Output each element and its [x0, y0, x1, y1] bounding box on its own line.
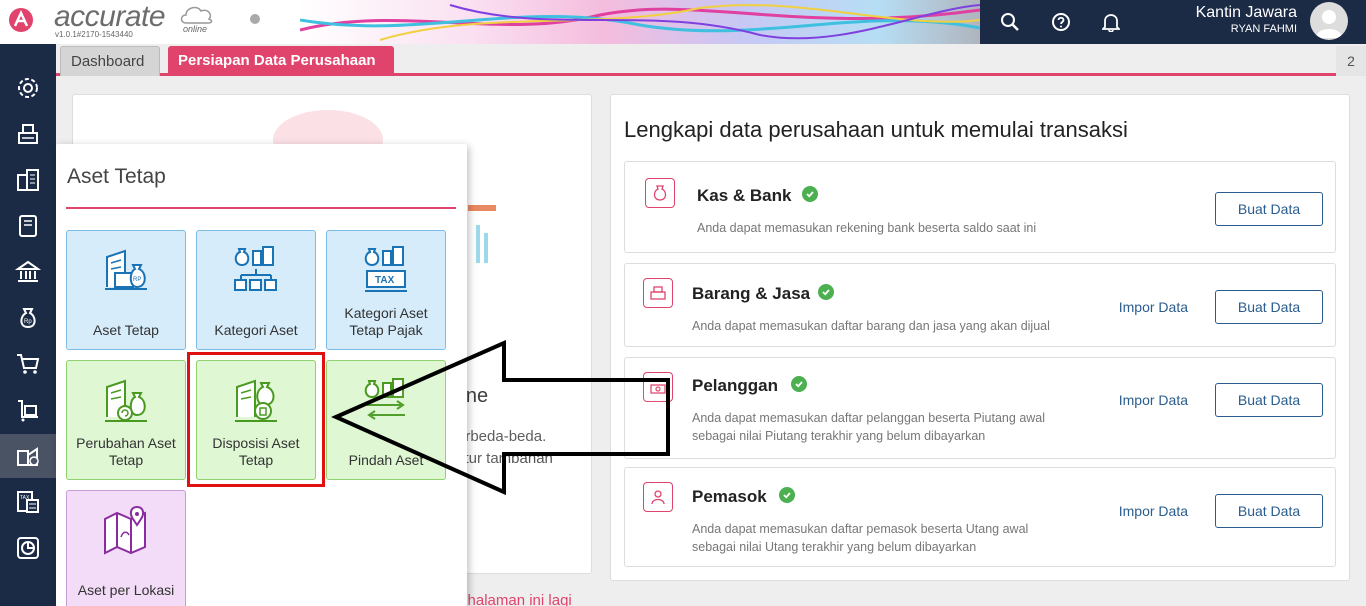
tab-bar: Dashboard Persiapan Data Perusahaan 2	[56, 44, 1366, 76]
tile-perubahan-aset-tetap[interactable]: Perubahan Aset Tetap	[66, 360, 186, 480]
hide-page-link[interactable]: n halaman ini lagi	[455, 592, 572, 606]
popup-title: Aset Tetap	[67, 165, 166, 188]
sidebar-item-bank[interactable]	[0, 250, 56, 294]
register-icon	[643, 278, 673, 308]
logo-text: accurate	[54, 0, 166, 33]
header-dark-area	[980, 0, 1366, 44]
cart-icon	[17, 354, 40, 374]
checklist-row-pemasok: Pemasok Anda dapat memasukan daftar pema…	[624, 467, 1336, 567]
asset-change-icon	[105, 379, 147, 422]
checklist-title: Lengkapi data perusahaan untuk memulai t…	[624, 117, 1128, 142]
version-text: v1.0.1#2170-1543440	[55, 30, 133, 39]
user-subname: RYAN FAHMI	[1230, 23, 1297, 35]
money-bag-icon	[645, 178, 675, 208]
building-icon	[17, 169, 39, 191]
status-dot	[250, 14, 260, 24]
annotation-arrow-icon	[331, 340, 670, 496]
tile-kategori-aset-tetap-pajak[interactable]: TAX Kategori Aset Tetap Pajak	[326, 230, 446, 350]
money-bag-icon: Rp	[20, 308, 36, 329]
user-name[interactable]: Kantin Jawara	[1196, 4, 1297, 22]
register-icon	[18, 124, 38, 144]
row-description: Anda dapat memasukan rekening bank beser…	[697, 221, 1037, 235]
logo-online-text: online	[183, 24, 208, 34]
tax-text: TAX	[375, 275, 395, 286]
buat-data-button[interactable]: Buat Data	[1215, 192, 1323, 226]
row-description-line2: sebagai nilai Piutang terakhir yang belu…	[692, 429, 986, 443]
sidebar-item-sales[interactable]: Rp	[0, 296, 56, 340]
tile-label: Kategori Aset	[214, 322, 298, 338]
sidebar-item-ledger[interactable]	[0, 204, 56, 248]
buat-data-button[interactable]: Buat Data	[1215, 383, 1323, 417]
search-icon[interactable]	[996, 8, 1024, 36]
impor-data-link[interactable]: Impor Data	[1119, 392, 1188, 408]
sidebar-item-company[interactable]	[0, 158, 56, 202]
header-wave-decoration	[300, 0, 980, 44]
inventory-icon	[18, 400, 38, 422]
sidebar: Rp TAX	[0, 44, 56, 606]
check-icon	[779, 487, 795, 503]
tile-kategori-aset[interactable]: Kategori Aset	[196, 230, 316, 350]
row-description-line1: Anda dapat memasukan daftar pelanggan be…	[692, 411, 1046, 425]
sidebar-item-report[interactable]	[0, 526, 56, 570]
checklist-row-pelanggan: Pelanggan Anda dapat memasukan daftar pe…	[624, 357, 1336, 459]
sidebar-item-inventory[interactable]	[0, 388, 56, 432]
tile-label: Kategori Aset Tetap Pajak	[344, 305, 428, 338]
buat-data-button[interactable]: Buat Data	[1215, 290, 1323, 324]
highlight-box	[187, 352, 325, 487]
tax-icon: TAX	[17, 491, 39, 513]
tile-label: Aset Tetap	[93, 322, 159, 338]
impor-data-link[interactable]: Impor Data	[1119, 299, 1188, 315]
row-description-line1: Anda dapat memasukan daftar pemasok bese…	[692, 522, 1029, 536]
tab-dashboard[interactable]: Dashboard	[60, 46, 160, 76]
tile-label: Perubahan Aset Tetap	[76, 435, 176, 468]
cloud-icon	[180, 6, 213, 24]
row-title: Pemasok	[692, 487, 767, 506]
row-title: Pelanggan	[692, 376, 778, 395]
row-description-line2: sebagai nilai Utang terakhir yang belum …	[692, 540, 977, 554]
tile-aset-tetap[interactable]: RP Aset Tetap	[66, 230, 186, 350]
top-header: accurate online v1.0.1#2170-1543440 Kant…	[0, 0, 1366, 44]
sidebar-item-fixed-asset[interactable]	[0, 434, 56, 478]
chart-illustration-icon	[468, 205, 496, 263]
sidebar-item-register[interactable]	[0, 112, 56, 156]
checklist-row-kas-bank: Kas & Bank Anda dapat memasukan rekening…	[624, 161, 1336, 253]
rp-text: RP	[133, 277, 141, 283]
help-icon[interactable]	[1047, 8, 1075, 36]
check-icon	[791, 376, 807, 392]
check-icon	[818, 284, 834, 300]
sidebar-item-settings[interactable]	[0, 66, 56, 110]
setup-checklist-card: Lengkapi data perusahaan untuk memulai t…	[610, 94, 1350, 581]
report-icon	[17, 537, 39, 559]
avatar[interactable]	[1310, 2, 1348, 40]
bank-icon	[15, 260, 41, 282]
map-location-icon	[104, 505, 146, 555]
tab-overflow-counter[interactable]: 2	[1336, 46, 1366, 76]
sidebar-item-purchase[interactable]	[0, 342, 56, 386]
row-title: Barang & Jasa	[692, 284, 811, 303]
bell-icon[interactable]	[1097, 8, 1125, 36]
fixed-asset-icon: RP	[105, 249, 147, 290]
category-tree-icon	[234, 246, 277, 291]
impor-data-link[interactable]: Impor Data	[1119, 503, 1188, 519]
gear-icon	[18, 78, 38, 98]
sidebar-item-tax[interactable]: TAX	[0, 480, 56, 524]
tax-category-icon: TAX	[364, 246, 407, 292]
checklist-row-barang-jasa: Barang & Jasa Anda dapat memasukan dafta…	[624, 263, 1336, 347]
fixed-asset-icon	[17, 447, 39, 466]
row-title: Kas & Bank	[697, 186, 792, 205]
popup-divider	[66, 207, 456, 209]
buat-data-button[interactable]: Buat Data	[1215, 494, 1323, 528]
tile-aset-per-lokasi[interactable]: Aset per Lokasi	[66, 490, 186, 606]
accurate-logo-icon	[9, 8, 33, 32]
tile-label: Aset per Lokasi	[77, 582, 175, 598]
svg-text:Rp: Rp	[24, 319, 32, 325]
book-icon	[19, 215, 37, 237]
row-description: Anda dapat memasukan daftar barang dan j…	[692, 319, 1050, 333]
check-icon	[802, 186, 818, 202]
tab-persiapan-data[interactable]: Persiapan Data Perusahaan	[168, 46, 394, 76]
